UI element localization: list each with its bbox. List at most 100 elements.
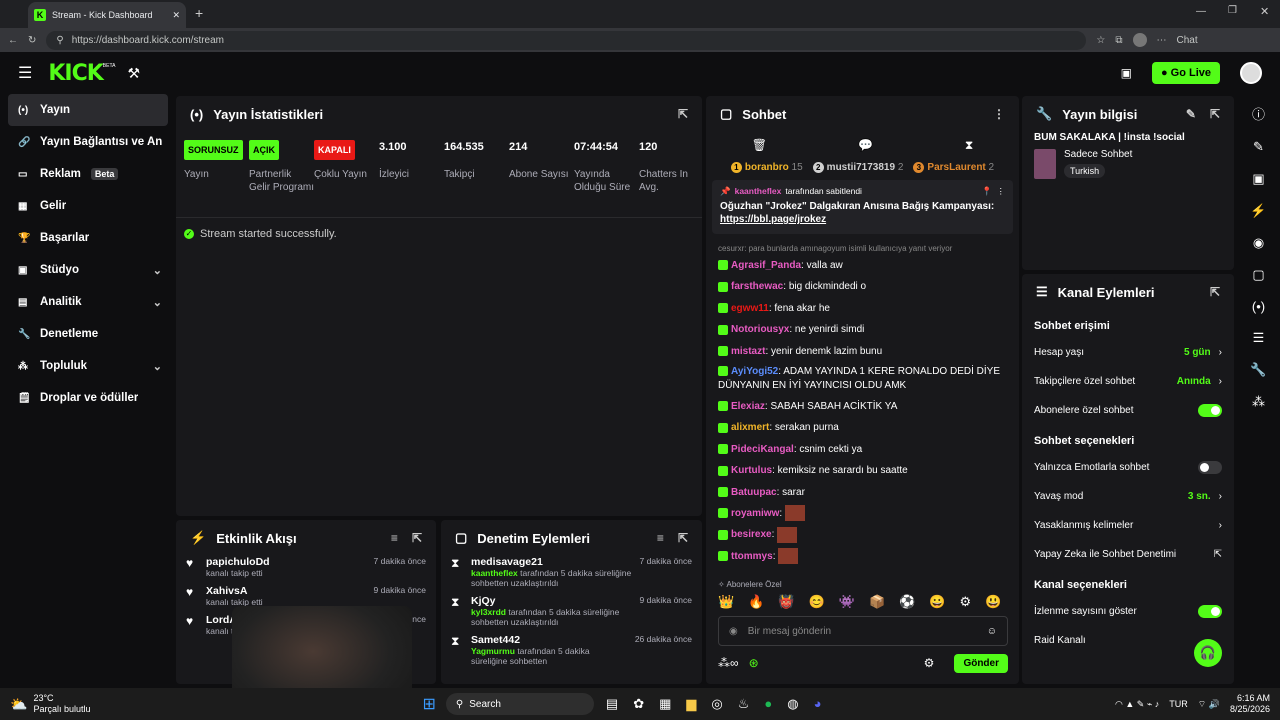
store-icon[interactable]: ▦	[659, 696, 671, 712]
hourglass-icon[interactable]: ⧗	[965, 138, 973, 153]
community-icon[interactable]: ⁂∞	[718, 656, 739, 670]
windows-start-icon[interactable]: ⊞	[422, 694, 435, 714]
kick-logo[interactable]: KICK	[48, 61, 103, 86]
steam-icon[interactable]: ♨	[738, 696, 750, 712]
sidebar-item-2[interactable]: ▭ Reklam Beta	[0, 158, 172, 190]
chat-username[interactable]: mistazt	[731, 346, 765, 357]
moderator-name[interactable]: kyl3xrdd	[471, 607, 506, 617]
top-gifter[interactable]: 1 boranbro 15	[730, 161, 803, 173]
chat-message[interactable]: ttommys:	[718, 546, 1007, 567]
user-avatar[interactable]	[1240, 62, 1262, 84]
moderated-user[interactable]: Samet442	[471, 634, 627, 646]
chat-username[interactable]: AyiYogi52	[731, 366, 778, 377]
info-icon[interactable]: ⓘ	[1252, 104, 1265, 123]
emote-7[interactable]: 😀	[929, 594, 945, 610]
back-icon[interactable]: ←	[8, 35, 18, 46]
network-icon[interactable]: ⌔ 🔊	[1198, 699, 1220, 710]
activity-item[interactable]: ♥ papichuloDd kanalı takip etti 7 dakika ön…	[186, 556, 426, 578]
chat-username[interactable]: Notoriousyx	[731, 324, 789, 335]
moderated-user[interactable]: KjQy	[471, 595, 632, 607]
emote-9[interactable]: 😃	[985, 594, 1001, 610]
popout-icon[interactable]: ⇱	[678, 107, 688, 121]
chat-settings-icon[interactable]: ⚙	[924, 656, 935, 670]
chat-username[interactable]: Elexiaz	[731, 401, 765, 412]
url-field[interactable]: ⚲ https://dashboard.kick.com/stream	[46, 30, 1087, 50]
chat-username[interactable]: farsthewac	[731, 281, 783, 292]
clock[interactable]: 6:16 AM 8/25/2026	[1230, 693, 1270, 715]
chat-bubble-icon[interactable]: 💬	[858, 138, 873, 152]
chat-username[interactable]: ttommys	[731, 551, 773, 562]
chat-input[interactable]: ◉ Bir mesaj gönderin ☺	[718, 616, 1008, 646]
toggle-switch[interactable]	[1198, 605, 1222, 618]
preview-icon[interactable]: ▣	[1252, 171, 1264, 187]
sidebar-item-5[interactable]: ▣ Stüdyo ⌄	[0, 254, 172, 286]
action-row[interactable]: Abonelere özel sohbet	[1022, 396, 1234, 425]
moderator-name[interactable]: kaantheflex	[471, 568, 518, 578]
edit-icon[interactable]: ✎	[1186, 107, 1196, 121]
kick-bot-icon[interactable]: ⊛	[749, 656, 759, 670]
chevron-down-icon[interactable]: ⌄	[153, 264, 162, 277]
action-row[interactable]: Yasaklanmış kelimeler ›	[1022, 511, 1234, 540]
chrome-icon[interactable]: ◎	[711, 696, 722, 712]
emote-5[interactable]: 📦	[869, 594, 885, 610]
chat-message[interactable]: alixmert: serakan purna	[718, 417, 1007, 438]
community-rail-icon[interactable]: ⁂	[1252, 394, 1265, 410]
stream-preview-icon[interactable]: ▣	[1121, 66, 1132, 80]
top-gifter[interactable]: 2 mustii7173819 2	[812, 161, 903, 173]
action-row[interactable]: İzlenme sayısını göster	[1022, 597, 1234, 626]
chat-username[interactable]: Batuupac	[731, 487, 777, 498]
sidebar-item-3[interactable]: ▦ Gelir	[0, 190, 172, 222]
moderation-item[interactable]: ⧗ Samet442 Yagmurmu tarafından 5 dakika sü…	[451, 634, 692, 666]
chat-message[interactable]: royamiww:	[718, 503, 1007, 524]
profile-avatar[interactable]	[1132, 33, 1147, 47]
pinned-more-icon[interactable]: ⋮	[997, 186, 1006, 197]
chat-message[interactable]: besirexe:	[718, 524, 1007, 545]
close-tab-icon[interactable]: ✕	[172, 10, 180, 21]
star-icon[interactable]: ☆	[1096, 35, 1105, 46]
moderator-name[interactable]: Yagmurmu	[471, 646, 515, 656]
chat-username[interactable]: besirexe	[731, 529, 772, 540]
action-row[interactable]: Yavaş mod 3 sn. ›	[1022, 482, 1234, 511]
go-live-button[interactable]: ● Go Live	[1151, 62, 1220, 84]
copilot-icon[interactable]: ✿	[633, 696, 644, 712]
sidebar-item-8[interactable]: ⁂ Topluluk ⌄	[0, 350, 172, 382]
chat-message[interactable]: Kurtulus: kemiksiz ne sarardı bu saatte	[718, 460, 1007, 481]
mod-rail-icon[interactable]: ☰	[1253, 330, 1265, 346]
chat-username[interactable]: egww11	[731, 303, 769, 314]
sidebar-item-4[interactable]: 🏆 Başarılar	[0, 222, 172, 254]
chat-message[interactable]: mistazt: yenir denemk lazim bunu	[718, 341, 1007, 362]
emote-0[interactable]: 👑	[718, 594, 734, 610]
activity-item[interactable]: ♥ XahivsA kanalı takip etti 9 dakika önce	[186, 585, 426, 607]
action-row[interactable]: Yalnızca Emotlarla sohbet	[1022, 453, 1234, 482]
filter-icon[interactable]: ≡	[657, 531, 664, 545]
menu-dots-icon[interactable]: ⋯	[1157, 35, 1167, 46]
pinned-link[interactable]: https://bbl.page/jrokez	[720, 214, 1005, 225]
emote-2[interactable]: 👹	[778, 594, 794, 610]
action-row[interactable]: Takipçilere özel sohbet Anında ›	[1022, 367, 1234, 396]
minimize-icon[interactable]: —	[1196, 6, 1206, 17]
tools-rail-icon[interactable]: 🔧	[1250, 362, 1266, 378]
chat-message[interactable]: Notoriousyx: ne yenirdi simdi	[718, 319, 1007, 340]
site-info-icon[interactable]: ⚲	[56, 35, 63, 46]
more-options-icon[interactable]: ⋮	[993, 107, 1005, 121]
activity-user[interactable]: papichuloDd	[206, 556, 366, 568]
pencil-icon[interactable]: ✎	[1253, 139, 1264, 155]
chat-rail-icon[interactable]: ▢	[1252, 267, 1264, 283]
category-name[interactable]: Sadece Sohbet	[1064, 149, 1132, 160]
quick-action-icon[interactable]: ⚡	[1250, 203, 1266, 219]
new-tab-icon[interactable]: +	[195, 5, 203, 21]
chat-message[interactable]: Batuupac: sarar	[718, 482, 1007, 503]
popout-icon[interactable]: ⇱	[1210, 107, 1220, 121]
emote-3[interactable]: 😊	[809, 594, 825, 610]
emote-8[interactable]: ⚙	[960, 594, 972, 610]
tray-icons[interactable]: ◠ ▲ ✎ ⌁ ♪	[1115, 699, 1159, 710]
hamburger-menu-icon[interactable]: ☰	[18, 63, 32, 83]
weather-icon[interactable]: ⛅	[10, 696, 27, 713]
chevron-down-icon[interactable]: ⌄	[153, 360, 162, 373]
trash-icon[interactable]: 🗑	[752, 138, 767, 152]
task-view-icon[interactable]: ▤	[606, 696, 618, 712]
send-button[interactable]: Gönder	[954, 653, 1008, 673]
spotify-icon[interactable]: ●	[764, 696, 772, 712]
chat-username[interactable]: royamiww	[731, 508, 779, 519]
broadcast-rail-icon[interactable]: (•)	[1252, 299, 1265, 314]
